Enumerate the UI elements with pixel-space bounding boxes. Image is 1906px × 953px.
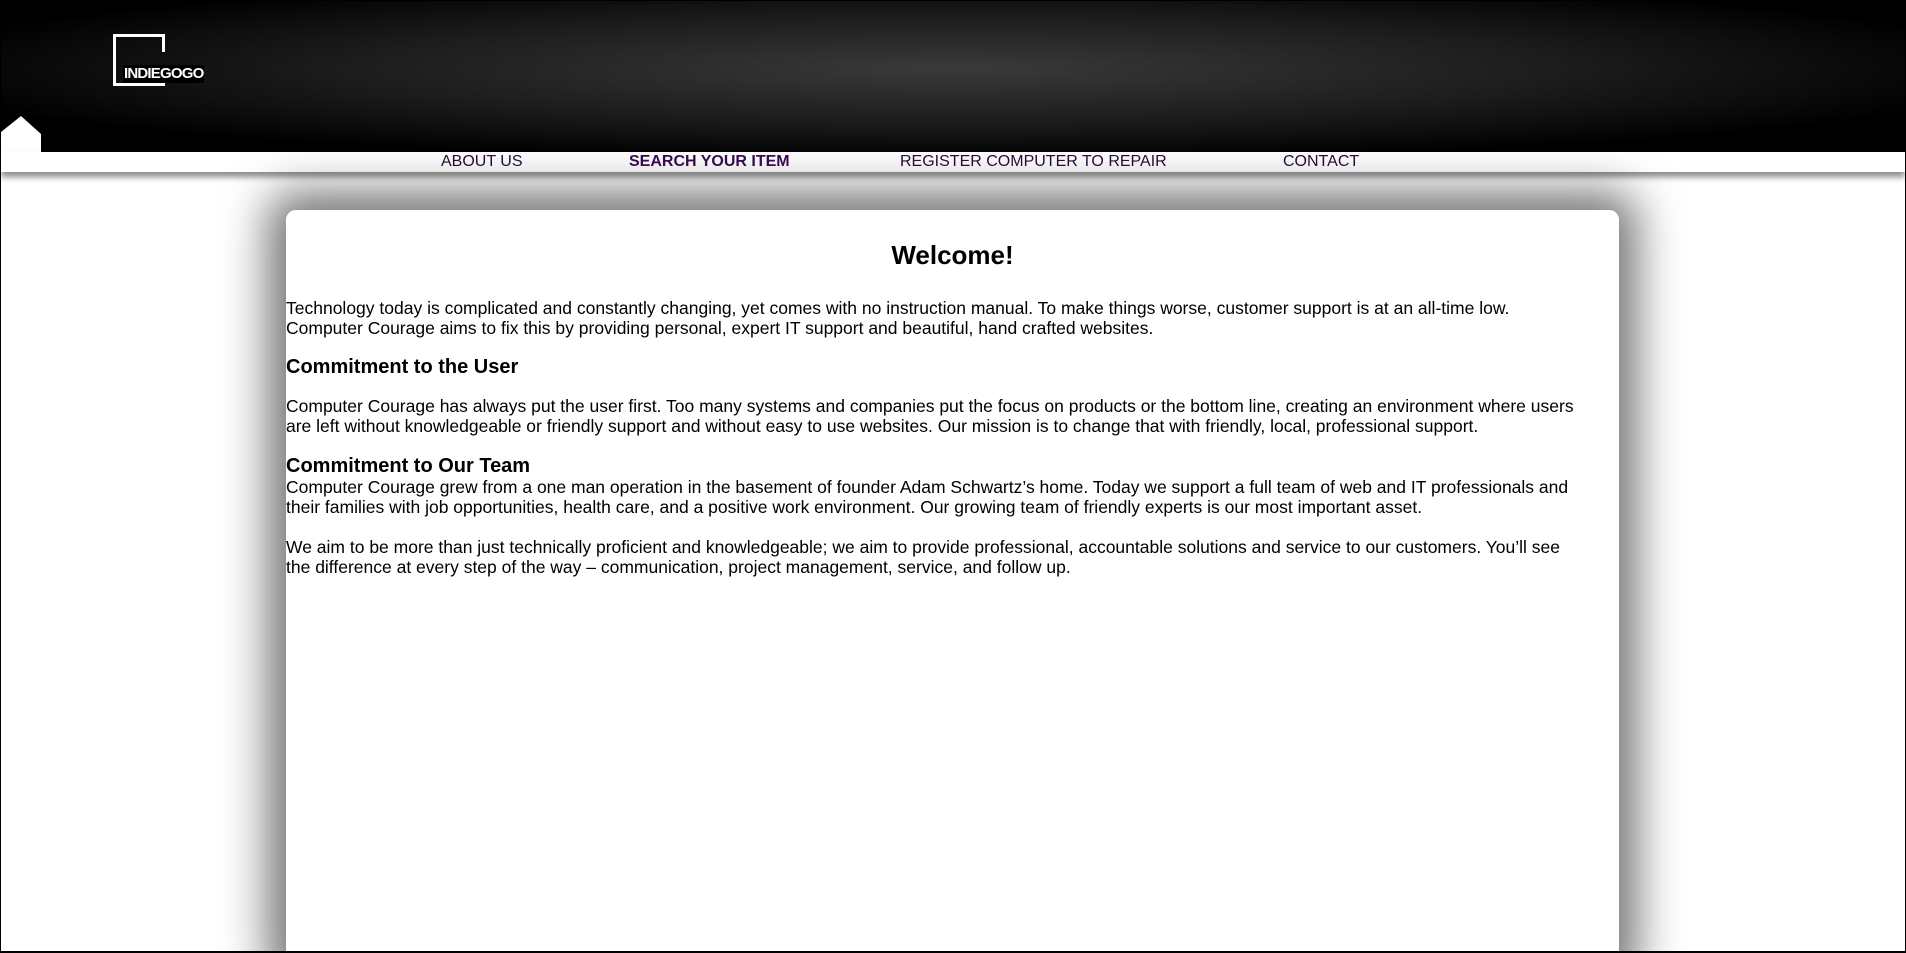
page-title: Welcome! — [891, 240, 1014, 270]
page: INDIEGOGO ABOUT US SEARCH YOUR ITEM REGI… — [0, 0, 1906, 953]
site-header: INDIEGOGO — [1, 1, 1905, 152]
logo-text: INDIEGOGO — [123, 65, 205, 83]
logo-frame-edge — [162, 34, 165, 52]
section-heading-team: Commitment to Our Team — [286, 455, 531, 477]
section-team-line-2: their families with job opportunities, h… — [286, 497, 1423, 517]
closing-line-1: We aim to be more than just technically … — [286, 537, 1560, 557]
section-user-line-2: are left without knowledgeable or friend… — [286, 416, 1479, 436]
nav-contact[interactable]: CONTACT — [1283, 153, 1359, 171]
nav-register-computer-to-repair[interactable]: REGISTER COMPUTER TO REPAIR — [900, 153, 1167, 171]
header-background — [1, 1, 1905, 152]
home-icon[interactable] — [1, 116, 41, 152]
intro-line-2: Computer Courage aims to fix this by pro… — [286, 318, 1154, 338]
closing-line-2: the difference at every step of the way … — [286, 557, 1071, 577]
intro-line-1: Technology today is complicated and cons… — [286, 298, 1510, 318]
nav-search-your-item[interactable]: SEARCH YOUR ITEM — [629, 153, 790, 171]
section-heading-user: Commitment to the User — [286, 356, 519, 378]
nav-about-us[interactable]: ABOUT US — [441, 153, 523, 171]
section-user-line-1: Computer Courage has always put the user… — [286, 396, 1574, 416]
section-team-line-1: Computer Courage grew from a one man ope… — [286, 477, 1569, 497]
content-card: Welcome! Technology today is complicated… — [286, 210, 1619, 951]
